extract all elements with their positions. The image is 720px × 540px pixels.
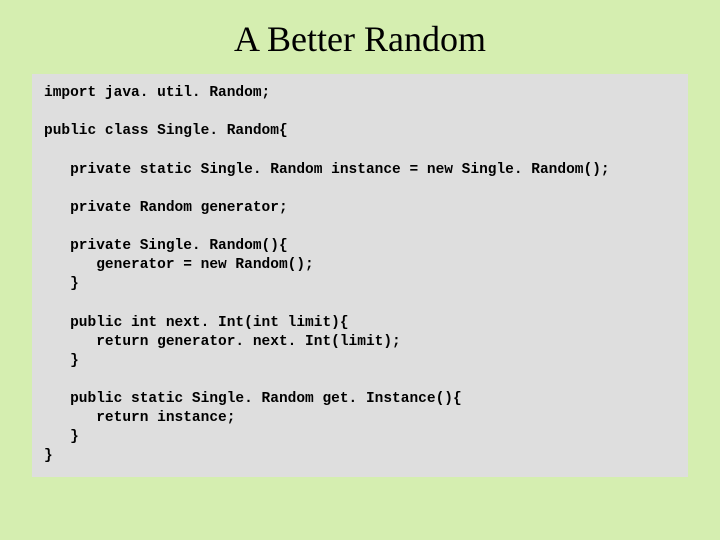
slide: A Better Random import java. util. Rando… [0, 0, 720, 540]
slide-title: A Better Random [32, 18, 688, 60]
code-block: import java. util. Random; public class … [32, 74, 688, 477]
